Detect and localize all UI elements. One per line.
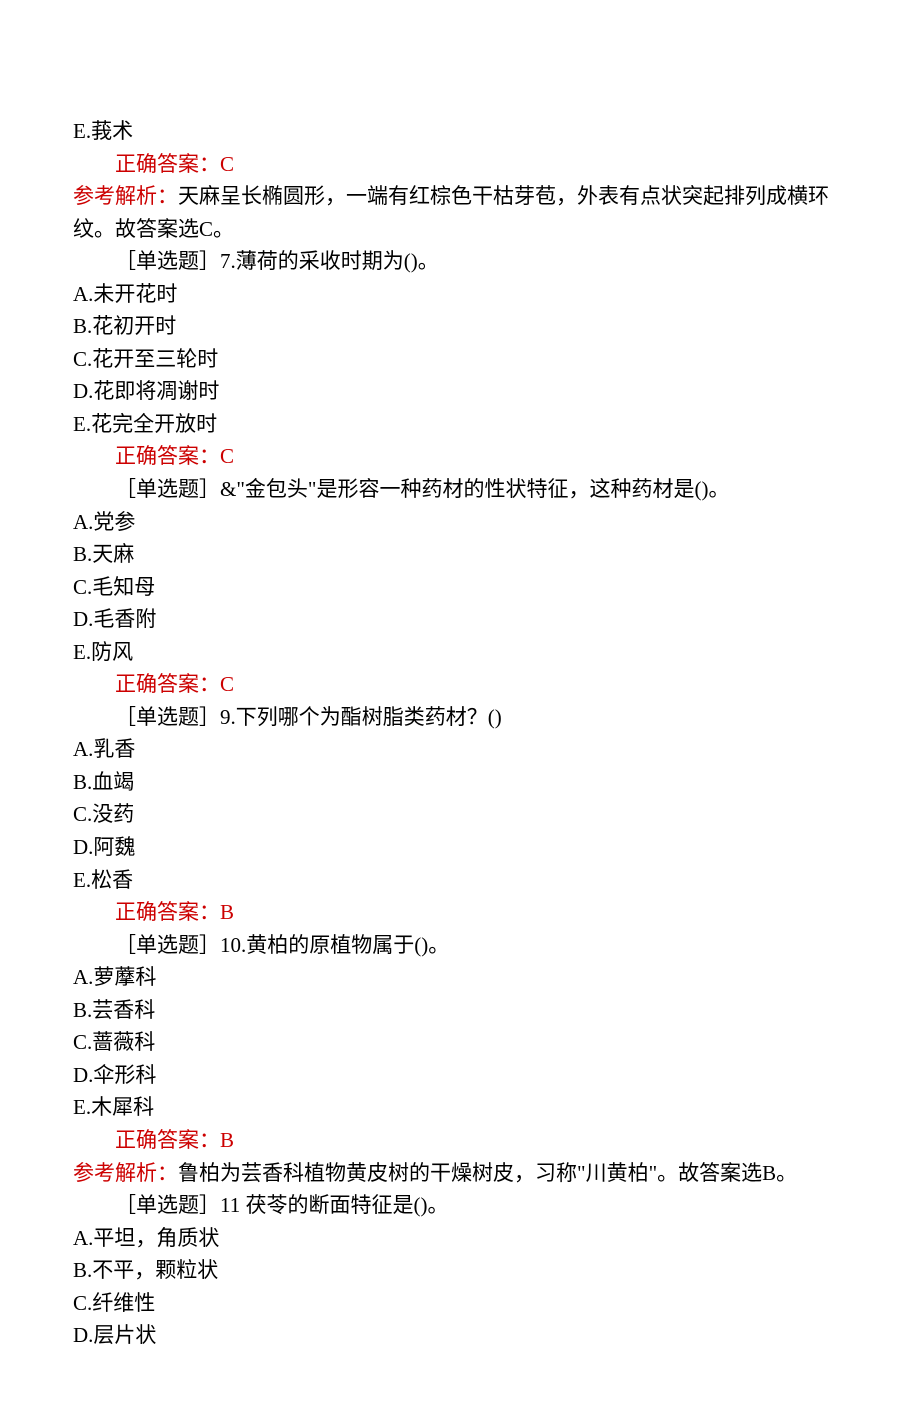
text-line: B.天麻 [73, 538, 847, 571]
text-content: 正确答案：C [115, 444, 234, 468]
text-line: E.防风 [73, 636, 847, 669]
text-line: C.没药 [73, 798, 847, 831]
text-line: ［单选题］9.下列哪个为酯树脂类药材？() [73, 701, 847, 734]
text-content: C.毛知母 [73, 575, 155, 599]
text-content: E.防风 [73, 640, 133, 664]
text-line: A.未开花时 [73, 278, 847, 311]
text-line: 正确答案：B [73, 1124, 847, 1157]
text-line: E.木犀科 [73, 1091, 847, 1124]
text-line: ［单选题］10.黄柏的原植物属于()。 [73, 929, 847, 962]
text-line: E.莪术 [73, 115, 847, 148]
text-content: 正确答案：C [115, 672, 234, 696]
text-line: C.毛知母 [73, 571, 847, 604]
text-content: E.莪术 [73, 119, 133, 143]
text-line: ［单选题］&"金包头"是形容一种药材的性状特征，这种药材是()。 [73, 473, 847, 506]
text-content: C.纤维性 [73, 1291, 155, 1315]
text-line: E.松香 [73, 864, 847, 897]
text-line: C.蔷薇科 [73, 1026, 847, 1059]
text-content: E.木犀科 [73, 1095, 154, 1119]
text-line: D.伞形科 [73, 1059, 847, 1092]
text-content: E.花完全开放时 [73, 412, 217, 436]
text-part: 鲁柏为芸香科植物黄皮树的干燥树皮，习称"川黄柏"。故答案选B。 [178, 1161, 797, 1185]
text-line: 正确答案：C [73, 148, 847, 181]
text-content: D.伞形科 [73, 1063, 156, 1087]
text-content: A.乳香 [73, 737, 135, 761]
text-content: 正确答案：B [115, 1128, 234, 1152]
text-content: A.党参 [73, 510, 135, 534]
text-line: A.萝藦科 [73, 961, 847, 994]
text-line: 参考解析：鲁柏为芸香科植物黄皮树的干燥树皮，习称"川黄柏"。故答案选B。 [73, 1157, 847, 1190]
text-content: D.层片状 [73, 1323, 156, 1347]
text-content: B.血竭 [73, 770, 134, 794]
text-content: B.花初开时 [73, 314, 176, 338]
text-line: 正确答案：C [73, 440, 847, 473]
text-line: A.乳香 [73, 733, 847, 766]
text-line: C.纤维性 [73, 1287, 847, 1320]
text-content: D.阿魏 [73, 835, 135, 859]
text-line: B.花初开时 [73, 310, 847, 343]
text-content: ［单选题］7.薄荷的采收时期为()。 [115, 249, 439, 273]
text-content: 正确答案：B [115, 900, 234, 924]
text-content: B.不平，颗粒状 [73, 1258, 218, 1282]
text-content: C.花开至三轮时 [73, 347, 218, 371]
text-content: ［单选题］&"金包头"是形容一种药材的性状特征，这种药材是()。 [115, 477, 729, 501]
text-content: 正确答案：C [115, 152, 234, 176]
text-line: D.阿魏 [73, 831, 847, 864]
text-content: D.花即将凋谢时 [73, 379, 219, 403]
text-content: ［单选题］9.下列哪个为酯树脂类药材？() [115, 705, 502, 729]
text-content: ［单选题］11 茯苓的断面特征是()。 [115, 1193, 448, 1217]
text-line: 正确答案：B [73, 896, 847, 929]
text-content: E.松香 [73, 868, 133, 892]
text-content: A.平坦，角质状 [73, 1226, 219, 1250]
text-line: 正确答案：C [73, 668, 847, 701]
text-line: A.党参 [73, 506, 847, 539]
text-part: 参考解析： [73, 1161, 178, 1185]
text-content: B.芸香科 [73, 998, 155, 1022]
text-content: D.毛香附 [73, 607, 156, 631]
text-part: 天麻呈长椭圆形，一端有红棕色干枯芽苞，外表有点状突起排列成横环纹。故答案选C。 [73, 184, 829, 241]
text-content: A.萝藦科 [73, 965, 156, 989]
text-content: B.天麻 [73, 542, 134, 566]
text-line: B.不平，颗粒状 [73, 1254, 847, 1287]
text-line: 参考解析：天麻呈长椭圆形，一端有红棕色干枯芽苞，外表有点状突起排列成横环纹。故答… [73, 180, 847, 245]
text-line: B.芸香科 [73, 994, 847, 1027]
text-content: A.未开花时 [73, 282, 177, 306]
text-line: ［单选题］11 茯苓的断面特征是()。 [73, 1189, 847, 1222]
text-part: 参考解析： [73, 184, 178, 208]
text-line: D.毛香附 [73, 603, 847, 636]
text-line: B.血竭 [73, 766, 847, 799]
text-line: C.花开至三轮时 [73, 343, 847, 376]
text-content: C.没药 [73, 802, 134, 826]
text-line: E.花完全开放时 [73, 408, 847, 441]
text-line: ［单选题］7.薄荷的采收时期为()。 [73, 245, 847, 278]
text-content: C.蔷薇科 [73, 1030, 155, 1054]
text-line: A.平坦，角质状 [73, 1222, 847, 1255]
text-line: D.层片状 [73, 1319, 847, 1352]
text-line: D.花即将凋谢时 [73, 375, 847, 408]
document-content: E.莪术正确答案：C参考解析：天麻呈长椭圆形，一端有红棕色干枯芽苞，外表有点状突… [73, 115, 847, 1352]
text-content: ［单选题］10.黄柏的原植物属于()。 [115, 933, 449, 957]
